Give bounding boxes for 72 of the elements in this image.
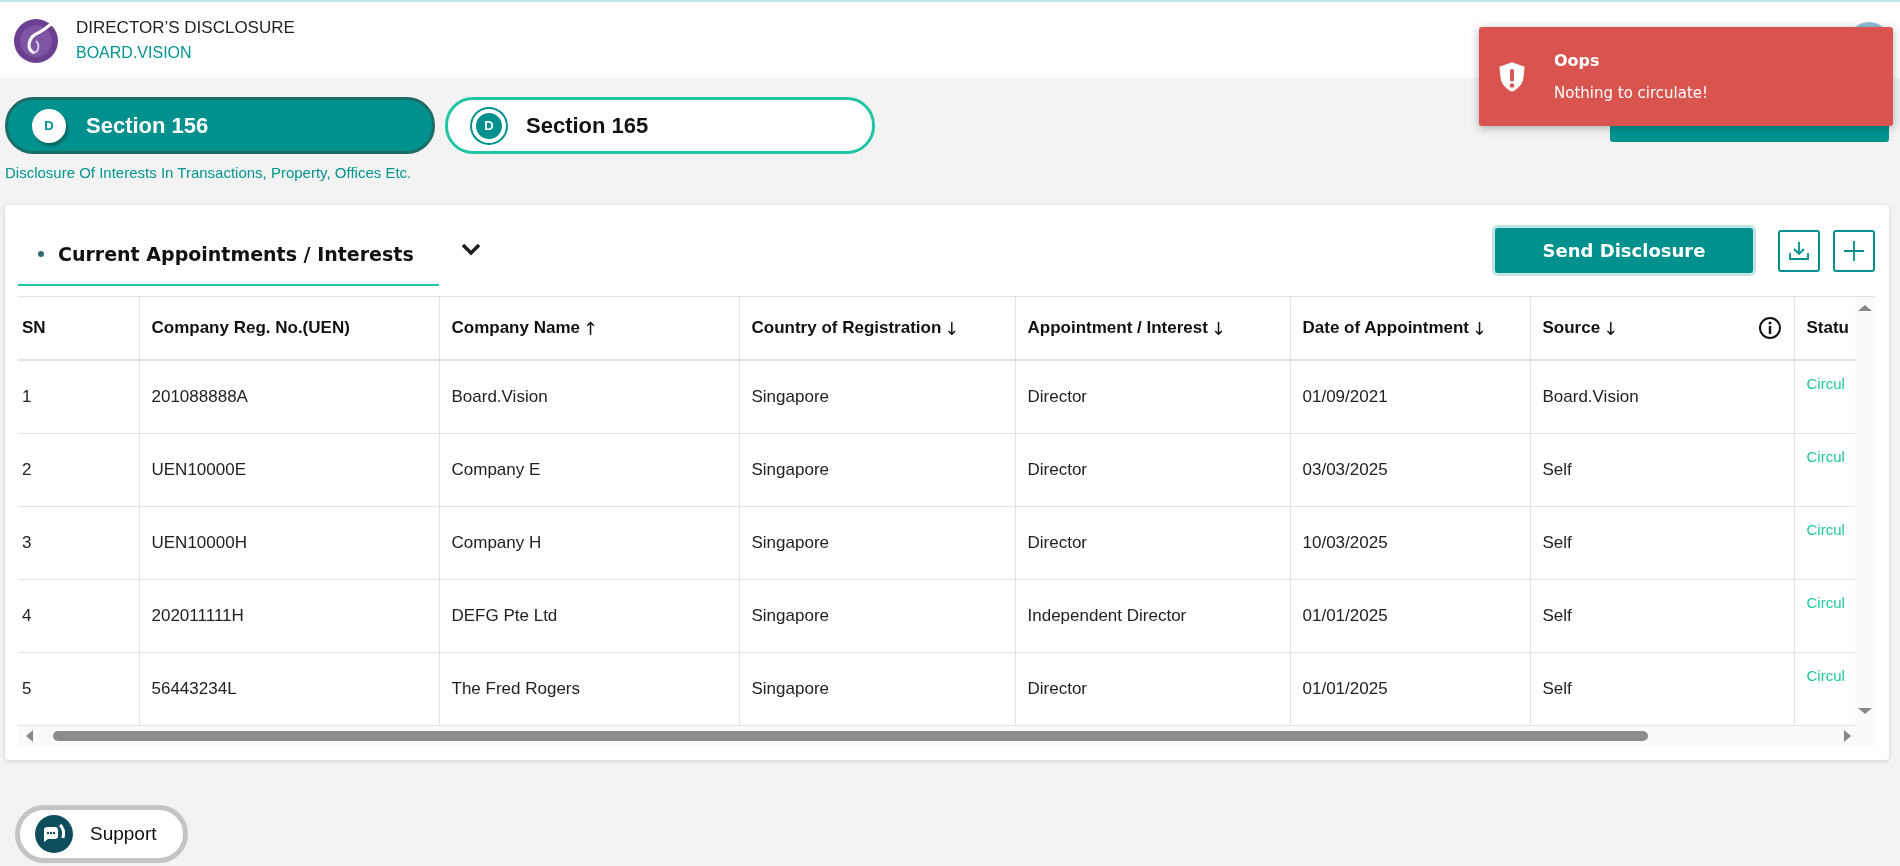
table-cell: Self [1530,579,1794,653]
table-cell: 10/03/2025 [1290,506,1530,580]
support-button[interactable]: Support [15,805,188,863]
table-cell: 201088888A [139,360,439,434]
table-cell: Self [1530,433,1794,507]
section-tab-label: Section 156 [86,112,209,139]
table-cell: 01/09/2021 [1290,360,1530,434]
list-tab[interactable]: Current Appointments / Interests [18,223,439,286]
column-header[interactable]: Company Reg. No.(UEN) [139,297,439,360]
table-cell: UEN10000E [139,433,439,507]
column-header[interactable]: Source ↓ [1530,297,1794,360]
send-disclosure-button[interactable]: Send Disclosure [1495,228,1753,273]
toast-title: Oops [1554,51,1601,70]
table-cell: 4 [18,579,139,653]
column-header[interactable]: Country of Registration ↓ [739,297,1015,360]
chat-icon [34,814,74,854]
toast-message: Nothing to circulate! [1554,84,1709,102]
info-icon[interactable] [1757,316,1782,340]
section-badge: D [32,108,66,143]
sort-arrow[interactable]: ↑ [583,317,599,339]
table-cell: Singapore [739,652,1015,726]
table-cell: Self [1530,506,1794,580]
table-cell: Singapore [739,360,1015,434]
sort-arrow[interactable]: ↓ [1472,317,1488,339]
table-cell: 56443234L [139,652,439,726]
section-badge: D [472,108,506,143]
table-cell: 2 [18,433,139,507]
table-cell: Company H [439,506,739,580]
section-tab[interactable]: D Section 165 [445,97,875,154]
sort-arrow[interactable]: ↓ [1210,317,1226,339]
table-cell: Director [1015,652,1290,726]
table-cell: Singapore [739,579,1015,653]
chevron-down-icon[interactable] [460,241,481,256]
column-header[interactable]: Date of Appointment ↓ [1290,297,1530,360]
app-title: DIRECTOR’S DISCLOSURE [76,18,295,38]
section-tab-label: Section 165 [526,112,649,139]
dot-icon [38,250,44,257]
table-cell: Self [1530,652,1794,726]
table-cell: Board.Vision [1530,360,1794,434]
table-cell: Director [1015,433,1290,507]
table-cell: Director [1015,506,1290,580]
app-subtitle: BOARD.VISION [76,44,193,62]
section-tab[interactable]: D Section 156 [5,97,435,154]
table-cell: Singapore [739,506,1015,580]
table-cell: DEFG Pte Ltd [439,579,739,653]
add-button[interactable] [1833,229,1875,272]
sort-arrow[interactable]: ↓ [1603,317,1619,339]
vertical-scrollbar[interactable] [1855,297,1875,746]
table-cell: The Fred Rogers [439,652,739,726]
table-cell: 01/01/2025 [1290,579,1530,653]
table-cell: Singapore [739,433,1015,507]
table-cell: 03/03/2025 [1290,433,1530,507]
column-header[interactable]: Appointment / Interest ↓ [1015,297,1290,360]
sort-arrow[interactable]: ↓ [944,317,960,339]
table-cell: Company E [439,433,739,507]
table-cell: Director [1015,360,1290,434]
list-tab-label: Current Appointments / Interests [58,242,414,265]
download-button[interactable] [1778,229,1820,272]
section-description: Disclosure Of Interests In Transactions, Property, Offices Etc. [5,164,413,181]
table-cell: 202011111H [139,579,439,653]
table-cell: 5 [18,652,139,726]
table-cell: 1 [18,360,139,434]
table-cell: UEN10000H [139,506,439,580]
column-header[interactable]: SN [18,297,139,360]
horizontal-scrollbar[interactable] [18,726,1855,746]
table-cell: 01/01/2025 [1290,652,1530,726]
column-header[interactable]: Company Name ↑ [439,297,739,360]
table-cell: Board.Vision [439,360,739,434]
table-cell: 3 [18,506,139,580]
shield-icon [1498,60,1526,93]
table-cell: Independent Director [1015,579,1290,653]
plus-icon [1842,238,1866,263]
